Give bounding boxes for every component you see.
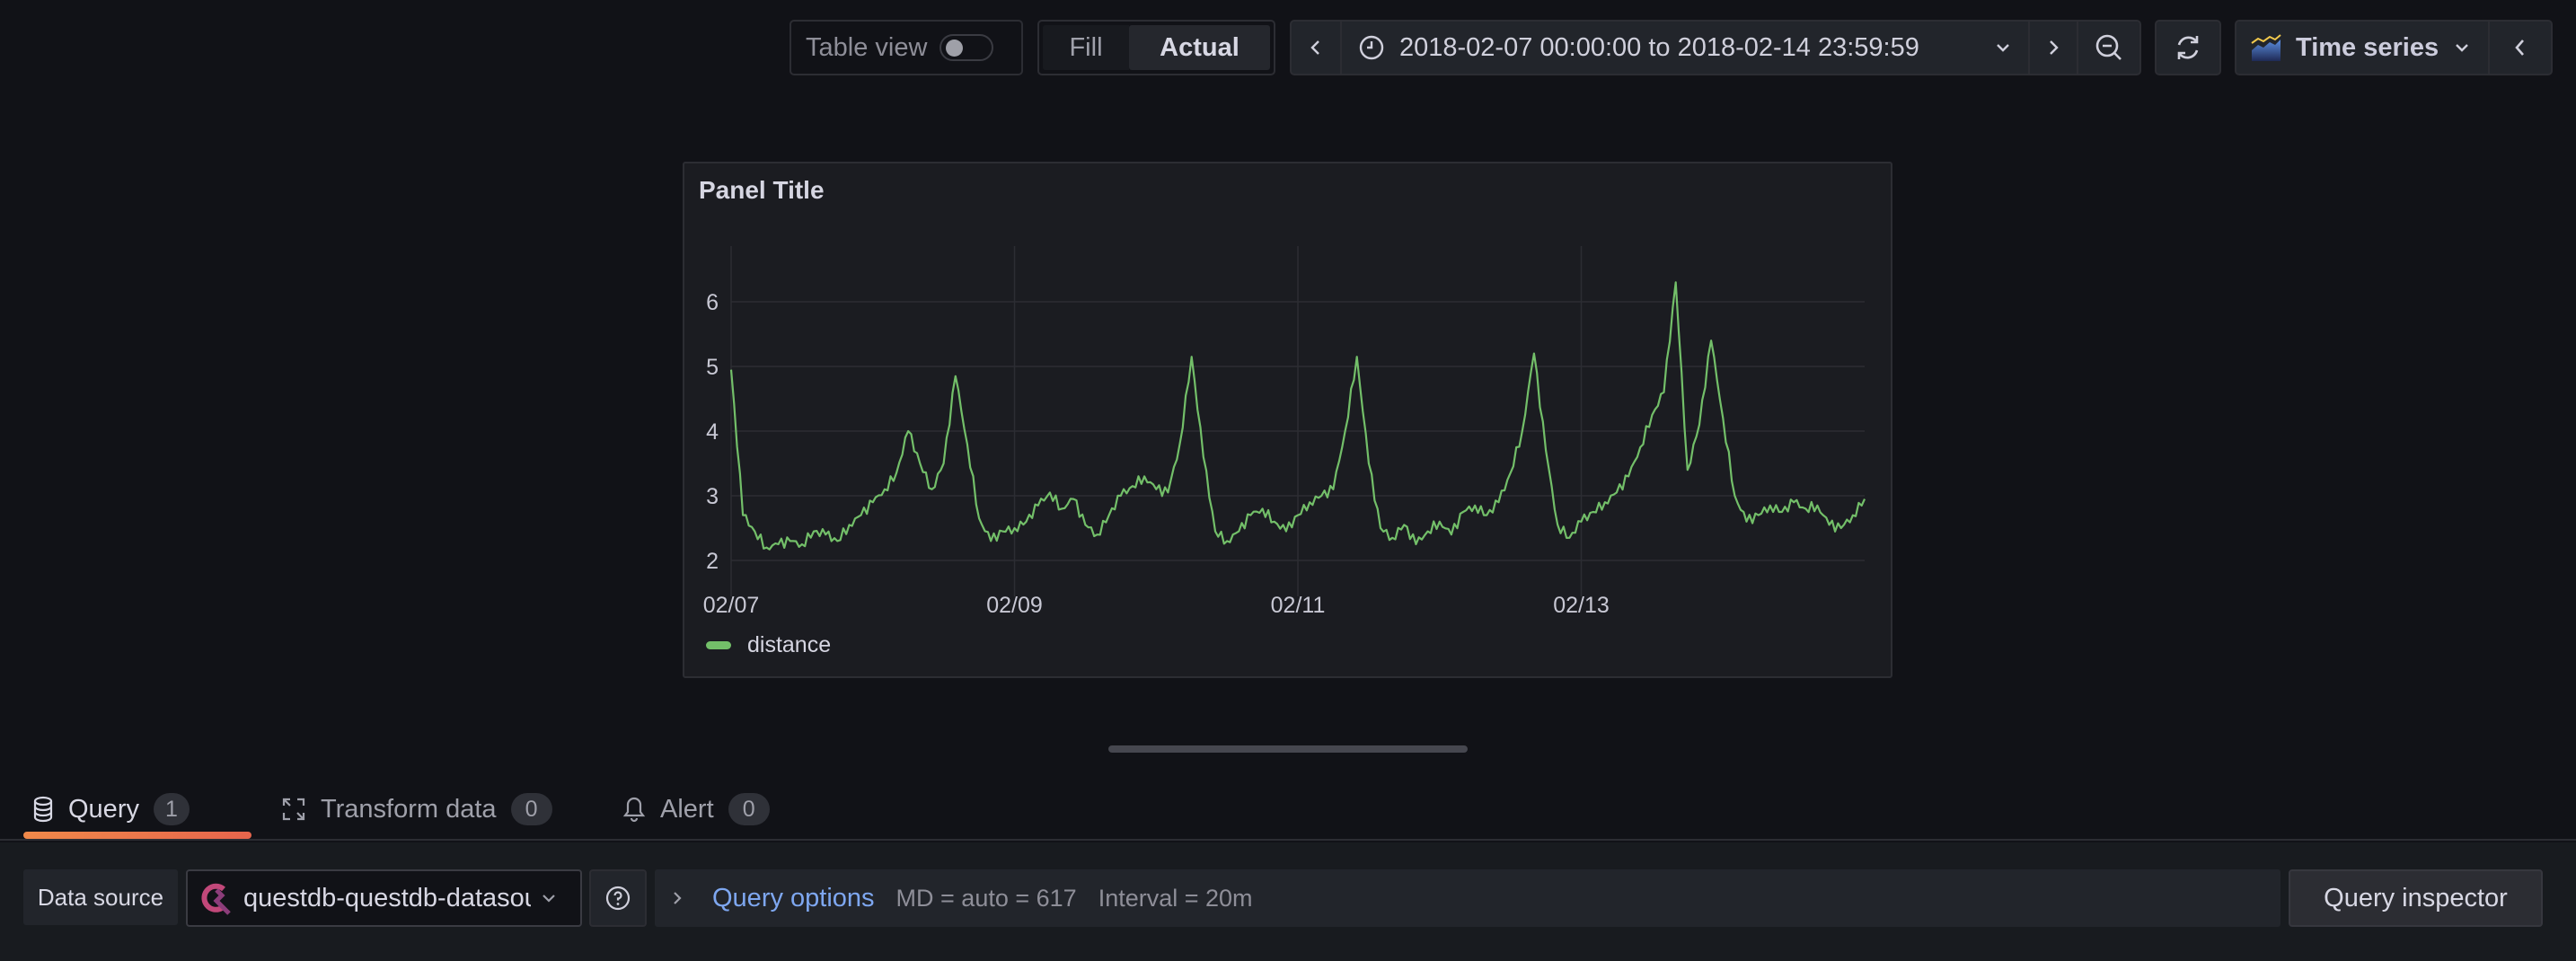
- help-circle-icon: [605, 886, 631, 911]
- max-data-points-info: MD = auto = 617: [895, 884, 1077, 912]
- zoom-out-button[interactable]: [2078, 22, 2139, 74]
- y-tick-label: 6: [706, 290, 719, 315]
- data-source-value: questdb-questdb-datasource: [243, 883, 531, 913]
- time-range-text: 2018-02-07 00:00:00 to 2018-02-14 23:59:…: [1399, 32, 1919, 62]
- visualization-picker: Time series: [2235, 20, 2553, 75]
- query-inspector-button[interactable]: Query inspector: [2289, 869, 2543, 927]
- bell-icon: [622, 797, 646, 823]
- time-series-icon: [2251, 34, 2281, 61]
- fill-button[interactable]: Fill: [1043, 25, 1129, 70]
- tab-query[interactable]: Query 1: [32, 780, 190, 839]
- legend-swatch-distance: [706, 641, 731, 649]
- transform-icon: [282, 798, 305, 821]
- chevron-down-icon: [2456, 44, 2468, 52]
- chevron-left-icon: [2515, 40, 2524, 56]
- chevron-right-icon: [2050, 40, 2059, 55]
- chevron-right-icon: [674, 892, 682, 904]
- chevron-down-icon: [1997, 44, 2009, 52]
- x-tick-label: 02/13: [1553, 593, 1610, 618]
- y-tick-label: 3: [706, 484, 719, 509]
- x-tick-label: 02/07: [703, 593, 760, 618]
- legend: distance: [706, 632, 831, 658]
- tab-alert[interactable]: Alert 0: [622, 780, 770, 839]
- active-tab-indicator: [23, 832, 251, 839]
- chevron-left-icon: [1310, 40, 1319, 55]
- data-source-help-button[interactable]: [589, 869, 647, 927]
- toggle-knob: [946, 40, 964, 57]
- editor-tabs: Query 1 Transform data 0 Alert 0: [0, 780, 2576, 841]
- query-header-row: Data source questdb-questdb-datasource Q…: [0, 842, 2576, 961]
- tab-count-badge: 0: [510, 793, 552, 825]
- time-range-button[interactable]: 2018-02-07 00:00:00 to 2018-02-14 23:59:…: [1342, 22, 2028, 74]
- time-shift-forward-button[interactable]: [2030, 22, 2077, 74]
- data-source-picker[interactable]: questdb-questdb-datasource: [186, 869, 582, 927]
- fill-actual-radio-group: Fill Actual: [1037, 20, 1275, 75]
- clock-icon: [1359, 35, 1384, 60]
- time-range-picker: 2018-02-07 00:00:00 to 2018-02-14 23:59:…: [1290, 20, 2141, 75]
- pane-resize-handle[interactable]: [1108, 745, 1468, 753]
- tab-count-badge: 1: [153, 793, 190, 825]
- chevron-down-icon: [543, 895, 555, 903]
- y-tick-label: 5: [706, 355, 719, 380]
- query-options-toggle[interactable]: Query options: [712, 884, 875, 913]
- time-series-chart: 2 3 4 5 6 02/07 02/09 02/11 02/13: [703, 246, 1866, 618]
- y-tick-label: 2: [706, 549, 719, 574]
- questdb-logo-icon: [201, 883, 231, 915]
- collapse-options-button[interactable]: [2490, 22, 2551, 74]
- panel: Panel Title 2 3 4 5 6 02/07 02/09 02/11 02/13 di…: [683, 162, 1892, 678]
- table-view-toggle[interactable]: Table view: [790, 20, 1023, 75]
- zoom-out-icon: [2095, 34, 2122, 60]
- table-view-switch[interactable]: [940, 34, 994, 61]
- refresh-icon: [2177, 36, 2199, 59]
- table-view-label: Table view: [806, 32, 928, 62]
- time-shift-back-button[interactable]: [1292, 22, 1340, 74]
- x-tick-label: 02/09: [986, 593, 1043, 618]
- viz-type-button[interactable]: Time series: [2236, 22, 2488, 74]
- tab-label: Query: [68, 794, 139, 824]
- legend-item-distance[interactable]: distance: [747, 632, 831, 658]
- query-options-bar[interactable]: Query options MD = auto = 617 Interval =…: [655, 869, 2280, 927]
- tab-label: Alert: [660, 794, 714, 824]
- tab-transform-data[interactable]: Transform data 0: [281, 780, 552, 839]
- refresh-button[interactable]: [2155, 20, 2221, 75]
- viz-type-label: Time series: [2296, 32, 2439, 62]
- data-source-label: Data source: [23, 869, 178, 925]
- actual-button[interactable]: Actual: [1129, 25, 1270, 70]
- x-tick-label: 02/11: [1271, 593, 1326, 618]
- tab-count-badge: 0: [728, 793, 770, 825]
- tab-label: Transform data: [321, 794, 497, 824]
- y-tick-label: 4: [706, 419, 719, 445]
- interval-info: Interval = 20m: [1098, 884, 1253, 912]
- database-icon: [33, 796, 53, 823]
